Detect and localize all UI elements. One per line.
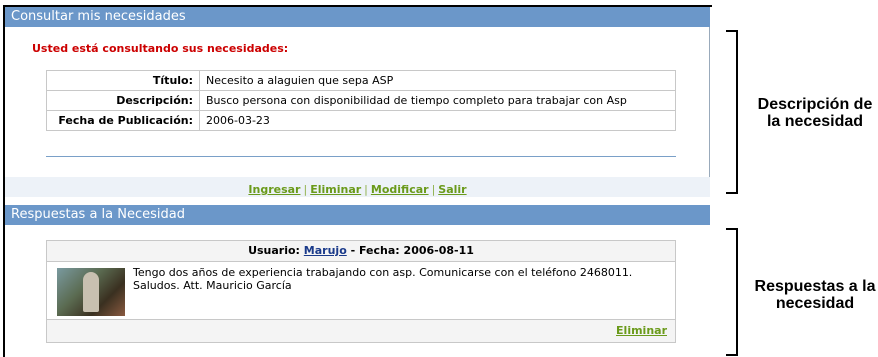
title-label: Título: bbox=[46, 70, 200, 91]
panel-header-consultar: Consultar mis necesidades bbox=[5, 7, 710, 27]
separator: | bbox=[431, 183, 436, 196]
consult-heading: Usted está consultando sus necesidades: bbox=[32, 42, 289, 55]
response-card: Usuario: Marujo - Fecha: 2006-08-11 Teng… bbox=[46, 240, 676, 343]
date-value: 2006-03-23 bbox=[199, 110, 676, 131]
table-row: Fecha de Publicación: 2006-03-23 bbox=[46, 110, 676, 131]
description-value: Busco persona con disponibilidad de tiem… bbox=[199, 90, 676, 111]
response-body: Tengo dos años de experiencia trabajando… bbox=[47, 262, 675, 320]
section-divider bbox=[46, 156, 676, 157]
eliminar-link[interactable]: Eliminar bbox=[310, 183, 361, 196]
ingresar-link[interactable]: Ingresar bbox=[248, 183, 300, 196]
user-link[interactable]: Marujo bbox=[304, 244, 347, 257]
annotation-description: Descripción de la necesidad bbox=[757, 96, 873, 130]
delete-response-link[interactable]: Eliminar bbox=[616, 324, 667, 337]
description-label: Descripción: bbox=[46, 90, 200, 111]
response-date: 2006-08-11 bbox=[403, 244, 474, 257]
separator: | bbox=[364, 183, 368, 196]
separator: | bbox=[303, 183, 308, 196]
title-value: Necesito a alaguien que sepa ASP bbox=[199, 70, 676, 91]
panel-header-respuestas: Respuestas a la Necesidad bbox=[5, 205, 710, 225]
user-prefix: Usuario: bbox=[248, 244, 300, 257]
response-text: Tengo dos años de experiencia trabajando… bbox=[133, 266, 633, 292]
response-footer: Eliminar bbox=[47, 319, 675, 342]
action-links: Ingresar | Eliminar | Modificar | Salir bbox=[5, 183, 710, 196]
table-row: Descripción: Busco persona con disponibi… bbox=[46, 90, 676, 111]
date-label: Fecha de Publicación: bbox=[46, 110, 200, 131]
panel-title: Consultar mis necesidades bbox=[11, 9, 186, 24]
date-prefix: - Fecha: bbox=[350, 244, 400, 257]
modificar-link[interactable]: Modificar bbox=[371, 183, 429, 196]
annotation-responses: Respuestas a la necesidad bbox=[754, 278, 876, 312]
panel-title: Respuestas a la Necesidad bbox=[11, 207, 185, 222]
bracket-responses bbox=[726, 228, 738, 356]
salir-link[interactable]: Salir bbox=[438, 183, 466, 196]
avatar bbox=[57, 268, 125, 316]
need-details-table: Título: Necesito a alaguien que sepa ASP… bbox=[46, 70, 676, 131]
bracket-description bbox=[726, 30, 738, 194]
response-header: Usuario: Marujo - Fecha: 2006-08-11 bbox=[47, 241, 675, 262]
table-row: Título: Necesito a alaguien que sepa ASP bbox=[46, 70, 676, 91]
